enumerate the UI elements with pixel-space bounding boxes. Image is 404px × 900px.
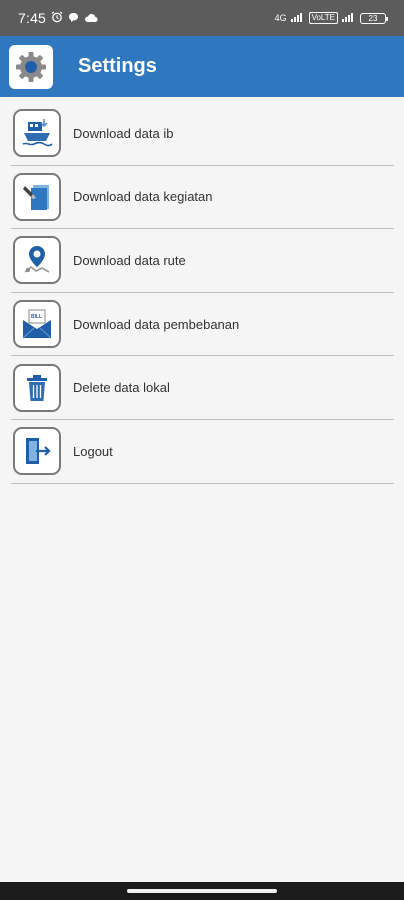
menu-item-download-data-ib[interactable]: Download data ib: [11, 102, 394, 166]
gear-icon: [9, 44, 53, 89]
activity-document-icon: [13, 172, 61, 221]
menu-item-delete-data-lokal[interactable]: Delete data lokal: [11, 356, 394, 420]
alarm-icon: [51, 10, 63, 26]
menu-item-label: Download data rute: [73, 252, 186, 268]
menu-item-label: Download data ib: [73, 125, 174, 141]
menu-item-download-data-kegiatan[interactable]: Download data kegiatan: [11, 166, 394, 230]
status-right: 4G VoLTE 23: [274, 12, 388, 24]
trash-icon: [13, 363, 61, 412]
network-type-label: 4G: [274, 13, 287, 23]
logout-door-icon: [13, 427, 61, 476]
signal-icon-2: [342, 12, 356, 24]
app-bar: Settings: [0, 36, 404, 97]
volte-badge: VoLTE: [308, 12, 338, 24]
status-time: 7:45: [18, 10, 47, 26]
bill-envelope-icon: BILL: [13, 300, 61, 349]
menu-item-label: Delete data lokal: [73, 380, 170, 396]
settings-menu-list: Download data ib Download data kegiatan …: [11, 102, 394, 484]
page-title: Settings: [78, 55, 157, 77]
battery-icon: 23: [360, 12, 388, 24]
menu-item-label: Download data pembebanan: [73, 316, 240, 332]
home-gesture-handle[interactable]: [127, 889, 277, 893]
system-navigation-bar: [0, 882, 404, 900]
status-bar: 7:45 4G VoLTE 23: [0, 0, 404, 36]
menu-item-label: Logout: [73, 443, 113, 459]
menu-item-label: Download data kegiatan: [73, 189, 213, 205]
menu-item-download-data-pembebanan[interactable]: BILL Download data pembebanan: [11, 293, 394, 357]
menu-item-logout[interactable]: Logout: [11, 420, 394, 484]
cloud-icon: [84, 10, 98, 26]
chat-bubble-icon: [68, 10, 79, 26]
map-pin-route-icon: [13, 236, 61, 285]
menu-item-download-data-rute[interactable]: Download data rute: [11, 229, 394, 293]
signal-icon: [290, 12, 305, 24]
svg-text:BILL: BILL: [31, 314, 42, 320]
ship-download-icon: [13, 109, 61, 158]
status-left: 7:45: [18, 10, 98, 26]
